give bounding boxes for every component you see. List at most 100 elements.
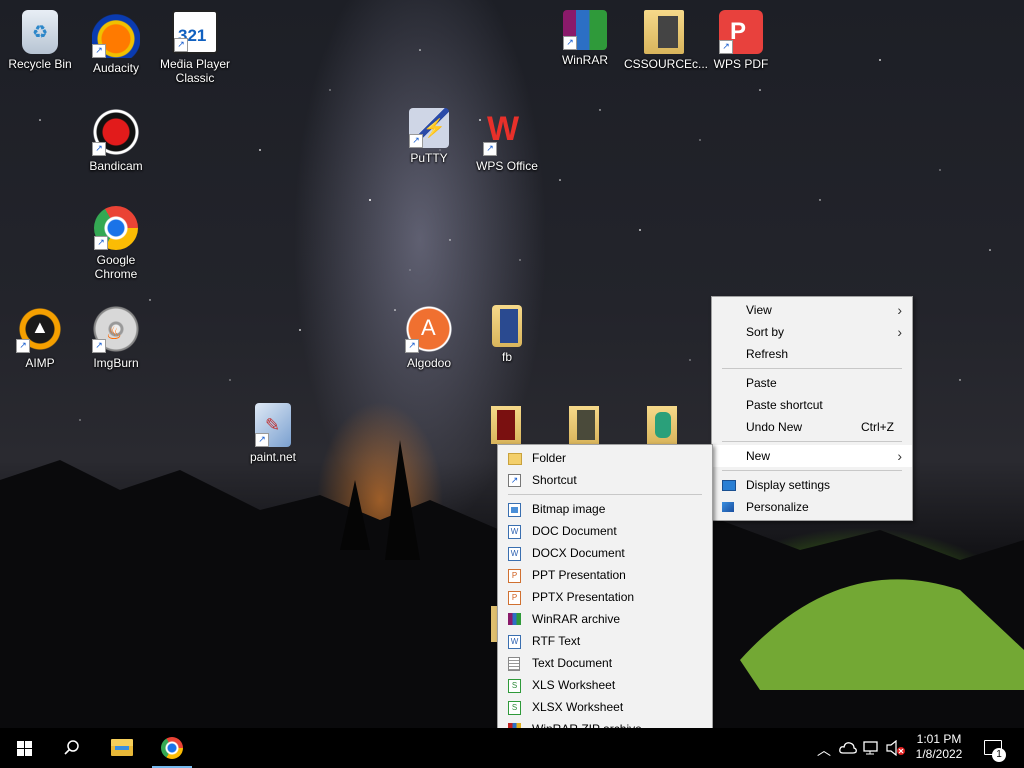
media-player-classic-icon: 321 ↗ xyxy=(172,10,218,54)
folder-icon xyxy=(644,10,684,54)
docx-document-icon: W xyxy=(508,547,521,561)
notification-count-badge: 1 xyxy=(992,748,1006,762)
cloud-icon xyxy=(839,742,857,754)
desktop-icon-recycle-bin[interactable]: ♻ Recycle Bin xyxy=(0,10,80,71)
menu-item-personalize[interactable]: Personalize xyxy=(712,496,912,518)
pptx-presentation-icon: P xyxy=(508,591,521,605)
show-hidden-icons-button[interactable]: ︿ xyxy=(812,728,834,768)
desktop-icon-putty[interactable]: ⚡ ↗ PuTTY xyxy=(389,108,469,165)
menu-item-paste-shortcut[interactable]: Paste shortcut xyxy=(712,394,912,416)
audacity-icon: ↗ xyxy=(92,10,140,58)
display-settings-icon xyxy=(722,480,736,491)
folder-icon xyxy=(508,453,522,465)
new-docx-item[interactable]: W DOCX Document xyxy=(498,542,712,564)
menu-item-view[interactable]: View › xyxy=(712,299,912,321)
algodoo-icon: A ↗ xyxy=(405,305,453,353)
new-doc-item[interactable]: W DOC Document xyxy=(498,520,712,542)
new-pptx-item[interactable]: P PPTX Presentation xyxy=(498,586,712,608)
wps-pdf-icon: P ↗ xyxy=(719,10,763,54)
aimp-icon: ▲ ↗ xyxy=(16,305,64,353)
onedrive-tray-button[interactable] xyxy=(836,728,860,768)
folder-icon xyxy=(577,410,595,440)
new-xlsx-item[interactable]: S XLSX Worksheet xyxy=(498,696,712,718)
desktop-icon-paint-net[interactable]: ✎ ↗ paint.net xyxy=(233,403,313,464)
new-folder-item[interactable]: Folder xyxy=(498,447,712,469)
paint-net-icon: ✎ ↗ xyxy=(255,403,291,447)
network-icon xyxy=(863,741,878,755)
network-tray-button[interactable] xyxy=(860,728,884,768)
xls-worksheet-icon: S xyxy=(508,679,521,693)
new-ppt-item[interactable]: P PPT Presentation xyxy=(498,564,712,586)
desktop-context-menu: View › Sort by › Refresh Paste Paste sho… xyxy=(711,296,913,521)
personalize-icon xyxy=(722,502,734,512)
clock-button[interactable]: 1:01 PM 1/8/2022 xyxy=(908,728,970,768)
text-document-icon xyxy=(508,657,520,671)
new-xls-item[interactable]: S XLS Worksheet xyxy=(498,674,712,696)
folder-icon xyxy=(655,412,671,438)
desktop-icon-media-player-classic[interactable]: 321 ↗ Media Player Classic xyxy=(155,10,235,85)
desktop-icon-bandicam[interactable]: ↗ Bandicam xyxy=(76,108,156,173)
desktop-icon-folder-hidden-3[interactable] xyxy=(647,406,677,444)
ppt-presentation-icon: P xyxy=(508,569,521,583)
menu-item-display-settings[interactable]: Display settings xyxy=(712,474,912,496)
shortcut-arrow-icon: ↗ xyxy=(16,339,30,353)
search-button[interactable] xyxy=(48,728,96,768)
desktop-icon-folder-hidden-1[interactable] xyxy=(491,406,521,444)
desktop-icon-fb-folder[interactable]: fb xyxy=(467,305,547,364)
taskbar-chrome[interactable] xyxy=(148,728,196,768)
xlsx-worksheet-icon: S xyxy=(508,701,521,715)
new-winrar-archive-item[interactable]: WinRAR archive xyxy=(498,608,712,630)
rtf-text-icon: W xyxy=(508,635,521,649)
menu-separator xyxy=(722,470,902,471)
taskbar-file-explorer[interactable] xyxy=(98,728,146,768)
desktop-icon-google-chrome[interactable]: ↗ Google Chrome xyxy=(76,206,156,281)
winrar-icon: ↗ xyxy=(563,10,607,50)
menu-separator xyxy=(722,441,902,442)
menu-item-new[interactable]: New › xyxy=(712,445,912,467)
desktop-icon-imgburn[interactable]: ♨ ↗ ImgBurn xyxy=(76,305,156,370)
menu-item-paste[interactable]: Paste xyxy=(712,372,912,394)
desktop-icon-cssource-folder[interactable]: CSSOURCEc... xyxy=(624,10,708,71)
menu-separator xyxy=(508,494,702,495)
shortcut-arrow-icon: ↗ xyxy=(255,433,269,447)
bitmap-image-icon xyxy=(508,503,521,517)
clock-date: 1/8/2022 xyxy=(915,747,963,761)
menu-item-undo-new[interactable]: Undo New Ctrl+Z xyxy=(712,416,912,438)
recycle-bin-icon: ♻ xyxy=(22,10,58,54)
shortcut-arrow-icon: ↗ xyxy=(719,40,733,54)
desktop-icon-folder-hidden-2[interactable] xyxy=(569,406,599,444)
desktop-icon-audacity[interactable]: ↗ Audacity xyxy=(76,10,156,75)
shortcut-icon: ↗ xyxy=(508,474,521,487)
windows-logo-icon xyxy=(17,741,32,756)
shortcut-arrow-icon: ↗ xyxy=(483,142,497,156)
action-center-button[interactable]: 1 xyxy=(978,728,1014,768)
folder-icon xyxy=(492,305,522,347)
desktop-icon-winrar[interactable]: ↗ WinRAR xyxy=(545,10,625,67)
desktop-icon-wps-office[interactable]: W ↗ WPS Office xyxy=(467,108,547,173)
chevron-up-icon: ︿ xyxy=(817,742,831,758)
new-bitmap-item[interactable]: Bitmap image xyxy=(498,498,712,520)
shortcut-arrow-icon: ↗ xyxy=(92,339,106,353)
chevron-right-icon: › xyxy=(897,302,902,318)
menu-item-sort-by[interactable]: Sort by › xyxy=(712,321,912,343)
new-rtf-item[interactable]: W RTF Text xyxy=(498,630,712,652)
menu-item-refresh[interactable]: Refresh xyxy=(712,343,912,365)
shortcut-arrow-icon: ↗ xyxy=(563,36,577,50)
desktop-icon-wps-pdf[interactable]: P ↗ WPS PDF xyxy=(701,10,781,71)
desktop-icon-algodoo[interactable]: A ↗ Algodoo xyxy=(389,305,469,370)
search-icon xyxy=(64,740,79,755)
desktop-icon-aimp[interactable]: ▲ ↗ AIMP xyxy=(0,305,80,370)
shortcut-arrow-icon: ↗ xyxy=(92,44,106,58)
shortcut-arrow-icon: ↗ xyxy=(405,339,419,353)
volume-tray-button[interactable] xyxy=(884,728,908,768)
chevron-right-icon: › xyxy=(897,324,902,340)
shortcut-arrow-icon: ↗ xyxy=(174,38,188,52)
undo-new-shortcut-text: Ctrl+Z xyxy=(861,420,894,434)
new-shortcut-item[interactable]: ↗ Shortcut xyxy=(498,469,712,491)
imgburn-icon: ♨ ↗ xyxy=(92,305,140,353)
shortcut-arrow-icon: ↗ xyxy=(409,134,423,148)
new-text-document-item[interactable]: Text Document xyxy=(498,652,712,674)
start-button[interactable] xyxy=(0,728,48,768)
bandicam-icon: ↗ xyxy=(92,108,140,156)
chevron-right-icon: › xyxy=(897,448,902,464)
